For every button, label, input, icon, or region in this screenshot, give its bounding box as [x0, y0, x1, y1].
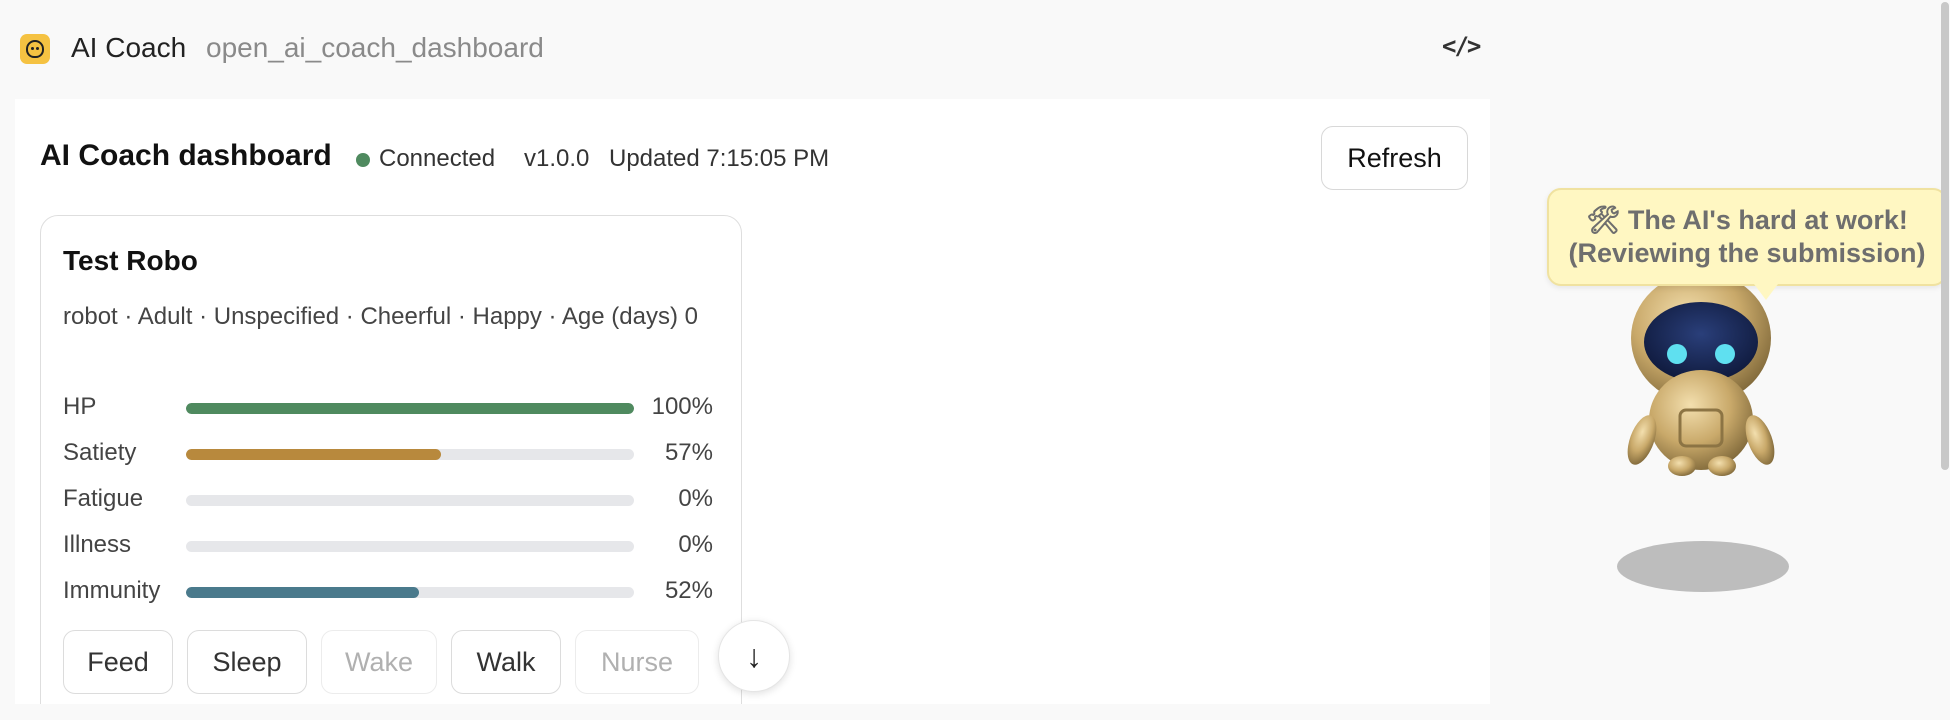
stat-bar	[186, 449, 634, 460]
connection-status: Connected	[379, 145, 496, 172]
page-scrollbar[interactable]	[1940, 0, 1950, 720]
stat-row-hp: HP 100%	[63, 387, 713, 427]
stat-row-immunity: Immunity 52%	[63, 571, 713, 611]
wake-button[interactable]: Wake	[321, 630, 437, 694]
scroll-down-button[interactable]: ↓	[718, 620, 790, 692]
scrollbar-thumb[interactable]	[1941, 2, 1949, 470]
sleep-button[interactable]: Sleep	[187, 630, 307, 694]
dashboard-panel: AI Coach dashboard Connected v1.0.0 Upda…	[15, 99, 1490, 704]
stat-label: Satiety	[63, 439, 137, 466]
bubble-tail	[1754, 284, 1778, 300]
stat-value: 57%	[664, 439, 713, 466]
stat-row-fatigue: Fatigue 0%	[63, 479, 713, 519]
stat-bar	[186, 541, 634, 552]
updated-timestamp: Updated 7:15:05 PM	[609, 145, 830, 172]
top-bar: AI Coach open_ai_coach_dashboard </>	[0, 0, 1490, 96]
stat-value: 0%	[678, 485, 713, 512]
stat-bar	[186, 587, 634, 598]
speech-bubble: 🛠 The AI's hard at work! (Reviewing the …	[1547, 188, 1947, 300]
stat-bar	[186, 495, 634, 506]
pet-name: Test Robo	[63, 245, 198, 276]
stat-bar-fill	[186, 587, 419, 598]
stat-value: 0%	[678, 531, 713, 558]
stat-label: Illness	[63, 531, 132, 558]
stat-value: 52%	[664, 577, 713, 604]
stat-label: Immunity	[63, 577, 161, 604]
companion-panel: 🛠 The AI's hard at work! (Reviewing the …	[1492, 0, 1950, 720]
code-view-icon[interactable]: </>	[1442, 32, 1481, 60]
pet-card: Test Robo robot · Adult · Unspecified · …	[40, 215, 742, 704]
stat-label: HP	[63, 393, 97, 420]
pet-meta: robot · Adult · Unspecified · Cheerful ·…	[63, 303, 698, 330]
stat-label: Fatigue	[63, 485, 144, 512]
app-subtitle: open_ai_coach_dashboard	[206, 32, 544, 63]
version-label: v1.0.0	[524, 145, 590, 172]
app-logo-icon	[20, 34, 50, 64]
nurse-button[interactable]: Nurse	[575, 630, 699, 694]
stat-bar-fill	[186, 449, 442, 460]
stat-bar-fill	[186, 403, 634, 414]
robot-shadow	[1617, 541, 1789, 592]
stat-bar	[186, 403, 634, 414]
status-dot-icon	[356, 153, 370, 167]
walk-button[interactable]: Walk	[451, 630, 561, 694]
bubble-line-1: 🛠 The AI's hard at work!	[1586, 205, 1908, 235]
bubble-line-2: (Reviewing the submission)	[1568, 238, 1926, 268]
app-name: AI Coach	[71, 32, 187, 63]
stat-row-illness: Illness 0%	[63, 525, 713, 565]
refresh-button[interactable]: Refresh	[1321, 126, 1468, 190]
stat-value: 100%	[651, 393, 713, 420]
stat-row-satiety: Satiety 57%	[63, 433, 713, 473]
feed-button[interactable]: Feed	[63, 630, 173, 694]
page-title: AI Coach dashboard	[40, 139, 332, 172]
